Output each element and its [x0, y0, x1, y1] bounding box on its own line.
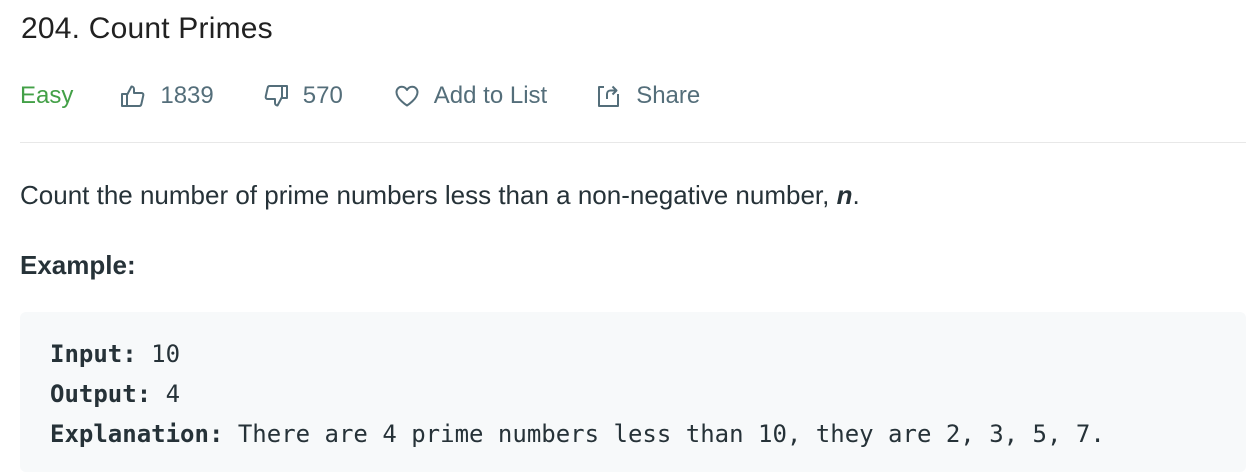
example-code: Input: 10 Output: 4 Explanation: There are…	[50, 334, 1105, 454]
add-to-list-label: Add to List	[433, 82, 548, 109]
example-heading: Example:	[20, 250, 136, 280]
statement-end: .	[852, 180, 860, 210]
dislike-button[interactable]: 570	[262, 82, 343, 110]
thumbs-up-icon	[121, 85, 145, 107]
problem-title: 204. Count Primes	[21, 12, 273, 45]
example-input-line: Input: 10	[50, 334, 1105, 374]
statement-variable: n	[836, 180, 853, 210]
share-button[interactable]: Share	[595, 82, 700, 110]
input-value: 10	[136, 340, 181, 368]
like-button[interactable]: 1839	[119, 82, 214, 110]
problem-meta-bar: Easy 1839 570 Add to List Share	[20, 78, 749, 114]
difficulty-badge: Easy	[20, 82, 74, 109]
example-output-line: Output: 4	[50, 374, 1105, 414]
statement-text: Count the number of prime numbers less t…	[20, 180, 837, 210]
input-label: Input:	[50, 340, 137, 368]
add-to-list-button[interactable]: Add to List	[393, 82, 547, 110]
divider	[20, 142, 1246, 143]
output-value: 4	[151, 380, 181, 408]
share-icon	[598, 85, 620, 107]
explanation-label: Explanation:	[50, 420, 224, 448]
heart-icon	[395, 85, 419, 107]
thumbs-down-icon	[264, 85, 288, 107]
dislike-count: 570	[302, 82, 343, 109]
problem-statement: Count the number of prime numbers less t…	[20, 180, 860, 211]
like-count: 1839	[160, 82, 214, 109]
output-label: Output:	[50, 380, 152, 408]
share-label: Share	[636, 82, 701, 109]
example-block: Input: 10 Output: 4 Explanation: There are…	[20, 312, 1246, 472]
example-explanation-line: Explanation: There are 4 prime numbers l…	[50, 414, 1105, 454]
explanation-value: There are 4 prime numbers less than 10, …	[223, 420, 1105, 448]
